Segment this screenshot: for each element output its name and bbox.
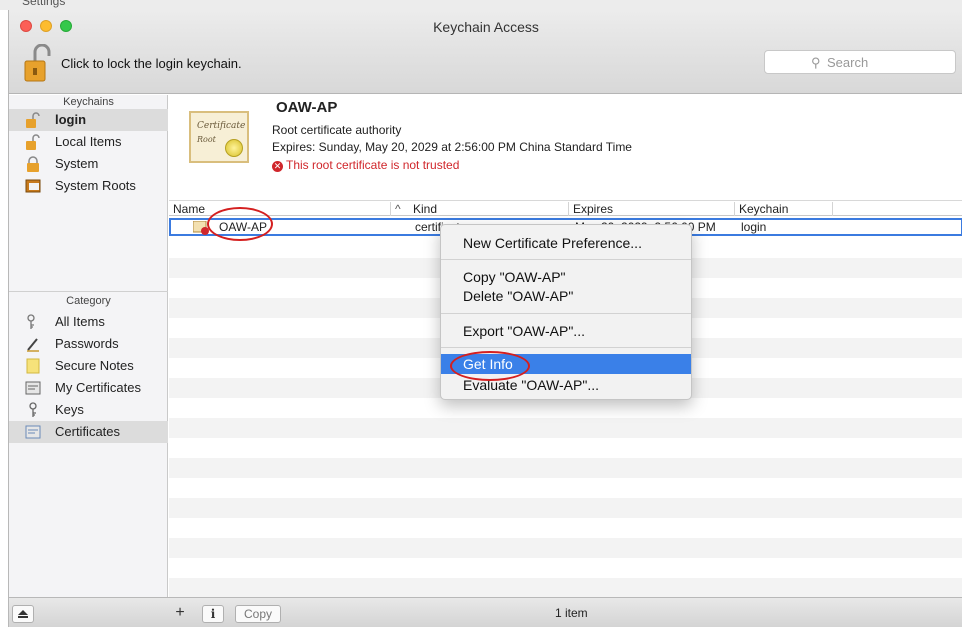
key-icon xyxy=(29,402,37,417)
menu-item-export[interactable]: Export "OAW-AP"... xyxy=(441,321,691,341)
menu-item-new-certificate-preference[interactable]: New Certificate Preference... xyxy=(441,233,691,253)
sidebar-divider xyxy=(9,291,168,292)
sidebar-item-keys[interactable]: Keys xyxy=(9,399,168,421)
sidebar-item-secure-notes[interactable]: Secure Notes xyxy=(9,355,168,377)
seal-icon xyxy=(225,139,243,157)
certificate-expiry: Expires: Sunday, May 20, 2029 at 2:56:00… xyxy=(272,140,632,154)
sidebar-item-label: Local Items xyxy=(55,134,122,149)
note-icon xyxy=(26,358,40,374)
empty-row xyxy=(169,578,962,598)
sidebar-item-label: System Roots xyxy=(55,178,136,193)
trust-warning: ✕ This root certificate is not trusted xyxy=(272,158,460,172)
sidebar-item-label: All Items xyxy=(55,314,105,329)
column-header-keychain[interactable]: Keychain xyxy=(735,202,833,216)
keys-icon xyxy=(27,314,35,329)
keychains-header: Keychains xyxy=(63,96,114,108)
empty-row xyxy=(169,498,962,518)
locked-padlock-icon xyxy=(27,156,39,172)
item-count: 1 item xyxy=(555,606,588,620)
menu-separator xyxy=(441,259,691,260)
column-header-name[interactable]: Name xyxy=(169,202,391,216)
background-window-title: Settings xyxy=(22,0,66,8)
sidebar-item-my-certificates[interactable]: My Certificates xyxy=(9,377,168,399)
sidebar-item-label: Secure Notes xyxy=(55,358,134,373)
sidebar-item-system-roots[interactable]: System Roots xyxy=(9,175,168,197)
column-header-expires[interactable]: Expires xyxy=(569,202,735,216)
search-input[interactable]: ⚲ Search xyxy=(764,50,956,74)
sidebar-item-certificates[interactable]: Certificates xyxy=(9,421,168,443)
sidebar-item-label: Keys xyxy=(55,402,84,417)
unlocked-padlock-icon xyxy=(26,134,40,150)
table-header: Name ^ Kind Expires Keychain xyxy=(169,200,962,216)
empty-row xyxy=(169,418,962,438)
sidebar-toggle-button[interactable] xyxy=(12,605,34,623)
certificate-detail-header: Certificate Root OAW-AP Root certificate… xyxy=(169,95,962,199)
search-placeholder: Search xyxy=(827,55,869,70)
menu-separator xyxy=(441,313,691,314)
add-button[interactable]: + xyxy=(169,605,191,623)
unlocked-padlock-icon[interactable] xyxy=(23,44,51,84)
column-header-kind[interactable]: Kind xyxy=(409,202,569,216)
cabinet-icon xyxy=(25,179,41,193)
sidebar-item-local-items[interactable]: Local Items xyxy=(9,131,168,153)
sidebar-item-login[interactable]: login xyxy=(9,109,168,131)
certificate-name: OAW-AP xyxy=(276,99,338,116)
row-keychain: login xyxy=(741,220,767,234)
sort-ascending-icon: ^ xyxy=(395,202,401,216)
bottom-bar: + i Copy 1 item xyxy=(9,597,962,627)
menu-item-delete[interactable]: Delete "OAW-AP" xyxy=(441,286,691,306)
background-window-strip: Settings xyxy=(0,0,962,10)
empty-row xyxy=(169,458,962,478)
menu-separator xyxy=(441,347,691,348)
menu-item-copy[interactable]: Copy "OAW-AP" xyxy=(441,267,691,287)
unlocked-padlock-icon xyxy=(26,112,40,128)
sidebar-item-label: Certificates xyxy=(55,424,121,439)
info-button[interactable]: i xyxy=(202,605,224,623)
certificate-type: Root certificate authority xyxy=(272,123,402,137)
sidebar-item-all-items[interactable]: All Items xyxy=(9,311,168,333)
sidebar-item-passwords[interactable]: Passwords xyxy=(9,333,168,355)
sidebar-item-label: System xyxy=(55,156,99,171)
category-header: Category xyxy=(66,295,111,307)
copy-button[interactable]: Copy xyxy=(235,605,281,623)
window-title: Keychain Access xyxy=(433,19,539,35)
sidebar-item-system[interactable]: System xyxy=(9,153,168,175)
eject-icon xyxy=(18,610,28,618)
error-icon: ✕ xyxy=(272,161,283,172)
pen-icon xyxy=(27,338,39,352)
certificate-image-icon: Certificate Root xyxy=(189,111,249,163)
certificate-icon xyxy=(25,425,41,439)
lock-hint[interactable]: Click to lock the login keychain. xyxy=(61,56,242,71)
empty-row xyxy=(169,538,962,558)
sidebar: Keychains login Local Items System Syste… xyxy=(9,95,168,597)
sidebar-item-label: Passwords xyxy=(55,336,119,351)
search-icon: ⚲ xyxy=(811,55,821,70)
annotation-circle-get-info xyxy=(450,351,530,381)
sidebar-item-label: login xyxy=(55,112,87,127)
annotation-circle-row xyxy=(207,207,273,241)
title-bar: Keychain Access Click to lock the login … xyxy=(9,10,962,94)
sidebar-item-label: My Certificates xyxy=(55,380,141,395)
certificate-icon xyxy=(25,381,41,395)
